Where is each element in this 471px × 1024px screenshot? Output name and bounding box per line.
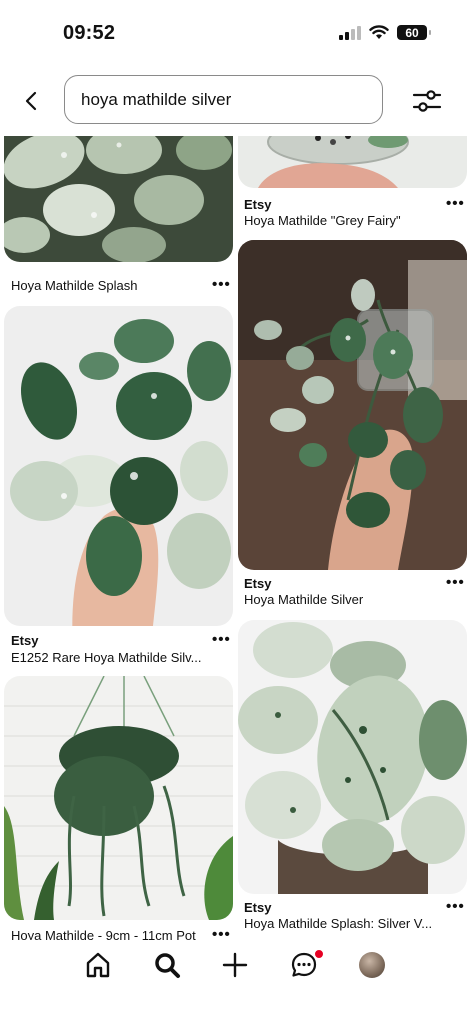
pin-title[interactable]: Hoya Mathilde Splash (11, 278, 137, 293)
pin-source: Etsy (244, 576, 272, 591)
pin-image-hoya-splash-silver-variegated[interactable] (238, 620, 467, 894)
filter-button[interactable] (412, 88, 442, 114)
status-bar: 09:52 60 (0, 0, 471, 64)
bottom-tab-bar (0, 940, 471, 1024)
home-icon (86, 952, 110, 978)
battery-icon: 60 (397, 25, 431, 40)
more-options-icon[interactable]: ••• (212, 631, 231, 648)
pin-title[interactable]: Hoya Mathilde "Grey Fairy" (244, 213, 401, 228)
tab-messages[interactable] (289, 949, 324, 980)
more-options-icon[interactable]: ••• (446, 195, 465, 212)
cellular-signal-icon (339, 25, 361, 40)
clock: 09:52 (63, 22, 116, 44)
pin-feed[interactable]: Hoya Mathilde Splash ••• Etsy E1252 Rare… (0, 136, 471, 940)
pin-image-hoya-in-hand[interactable] (4, 306, 233, 626)
pin-source: Etsy (244, 900, 272, 915)
chevron-left-icon (25, 91, 37, 111)
more-options-icon[interactable]: ••• (212, 276, 231, 293)
back-button[interactable] (18, 88, 44, 114)
pin-title[interactable]: Hoya Mathilde Splash: Silver V... (244, 916, 432, 931)
plus-icon (222, 952, 248, 978)
tab-home[interactable] (83, 950, 113, 980)
pin-title[interactable]: E1252 Rare Hoya Mathilde Silv... (11, 650, 202, 665)
tab-search[interactable] (152, 950, 182, 980)
pin-source: Etsy (244, 197, 272, 212)
pin-title[interactable]: Hoya Mathilde - 9cm - 11cm Pot (11, 928, 196, 940)
more-options-icon[interactable]: ••• (446, 898, 465, 915)
tab-profile[interactable] (357, 950, 387, 980)
battery-level: 60 (405, 25, 419, 40)
status-icons: 60 (339, 25, 431, 40)
search-header: hoya mathilde silver (0, 64, 471, 136)
avatar (359, 952, 385, 978)
filter-sliders-icon (412, 90, 442, 112)
wifi-icon (369, 25, 389, 39)
search-input[interactable]: hoya mathilde silver (64, 75, 383, 124)
tab-create[interactable] (220, 950, 250, 980)
search-query: hoya mathilde silver (81, 89, 232, 109)
pin-source: Etsy (11, 633, 39, 648)
more-options-icon[interactable]: ••• (446, 574, 465, 591)
pin-image-hoya-grey-fairy[interactable] (238, 136, 467, 188)
pin-image-hanging-basket[interactable] (4, 676, 233, 920)
search-icon (155, 953, 180, 978)
more-options-icon[interactable]: ••• (212, 926, 231, 940)
notification-dot (314, 949, 324, 959)
pin-image-hoya-silver-pot[interactable] (238, 240, 467, 570)
pin-title[interactable]: Hoya Mathilde Silver (244, 592, 363, 607)
pin-image-hoya-splash-1[interactable] (4, 136, 233, 262)
